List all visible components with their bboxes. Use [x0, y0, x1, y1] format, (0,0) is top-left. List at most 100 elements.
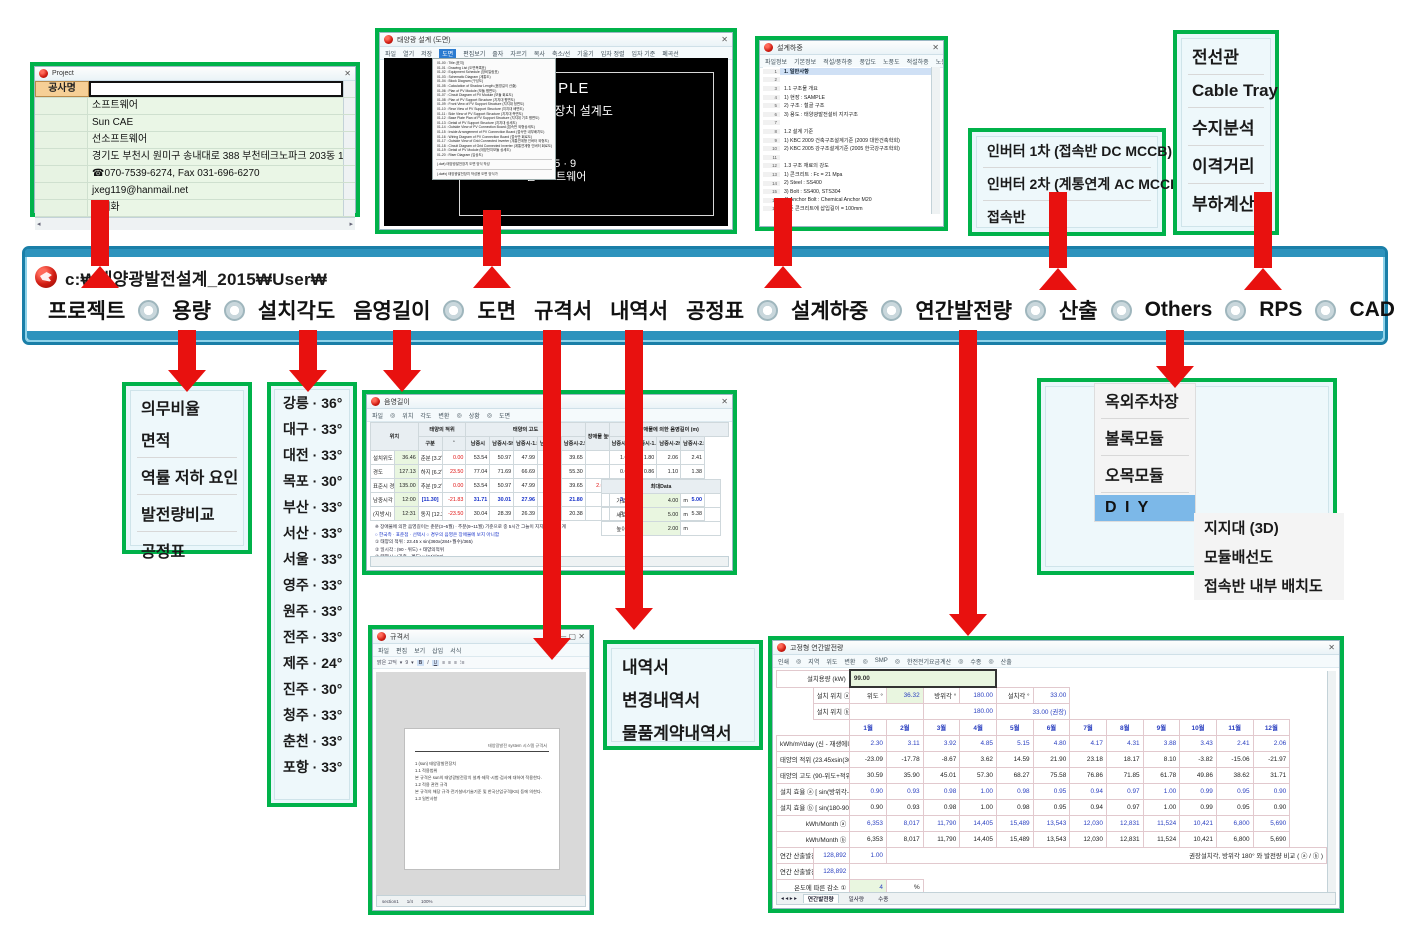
list-item[interactable]: 전주 · 33°: [275, 624, 349, 650]
table-row[interactable]: 소프트웨어: [35, 98, 355, 115]
list-item-selected[interactable]: D I Y: [1095, 495, 1195, 521]
close-icon[interactable]: ✕: [1328, 643, 1335, 652]
vertical-scrollbar[interactable]: [343, 98, 355, 114]
list-item[interactable]: 발전량비교: [131, 497, 243, 529]
menu-item-11[interactable]: Others: [1136, 298, 1222, 322]
menu-item[interactable]: 각도: [420, 411, 431, 420]
menu-item[interactable]: 위도: [826, 657, 837, 666]
list-item[interactable]: 원주 · 33°: [275, 598, 349, 624]
list-item[interactable]: 이격거리: [1182, 148, 1270, 181]
table-row[interactable]: 경기도 부천시 원미구 송내대로 388 부천테크노파크 203동 102호: [35, 149, 355, 166]
sheet-tabs[interactable]: ◂ ◂ ▸ ▸ 연간발전량 일사량 수종: [776, 892, 1336, 905]
menu-item[interactable]: 입자 기준: [631, 49, 655, 58]
menu-item[interactable]: 삽입: [432, 646, 443, 655]
menu-item[interactable]: 파일: [372, 411, 383, 420]
menu-item[interactable]: 입자 정렬: [601, 49, 625, 58]
list-item[interactable]: 강릉 · 36°: [275, 390, 349, 416]
menu-item[interactable]: 도면: [499, 411, 510, 420]
menu-item[interactable]: 기울기: [577, 49, 594, 58]
sheet-tab-수종[interactable]: 수종: [874, 895, 892, 903]
vertical-scrollbar[interactable]: [931, 67, 940, 214]
chevron-down-icon[interactable]: ▾: [400, 660, 403, 666]
menu-item-13[interactable]: CAD: [1340, 298, 1404, 322]
list-item[interactable]: 변경내역서: [612, 682, 754, 715]
font-size-select[interactable]: 9: [405, 660, 408, 666]
menu-item[interactable]: 줄자: [492, 49, 503, 58]
menu-item-7[interactable]: 공정표: [677, 295, 753, 325]
menu-item[interactable]: 보기: [414, 646, 425, 655]
menu-item[interactable]: 복사: [534, 49, 545, 58]
close-icon[interactable]: ✕: [721, 397, 728, 406]
menu-item-4[interactable]: 도면: [468, 295, 525, 325]
list-item[interactable]: 면적: [131, 423, 243, 455]
scroll-right-icon[interactable]: ▸: [349, 220, 353, 228]
dropdown-item[interactable]: (.dwfx) 태양광발전장치 작성용 도면 양식가: [433, 172, 555, 177]
cad-drawing-window[interactable]: 태양광 설계 (도면) ✕ 파일 열기 저장 도면 편집보기 줄자 자르기 복사…: [379, 32, 733, 230]
doc-page[interactable]: 태양광발전 system 시스템 규격서 1 (sun) 태양광발전장치 1.1…: [404, 728, 560, 870]
menu-item[interactable]: 파일: [385, 49, 396, 58]
cad-panel[interactable]: 옥외주차장 볼록모듈 오목모듈 D I Y 지지대 (3D) 모듈배선도 접속반…: [1037, 378, 1344, 600]
list-item[interactable]: 포항 · 33°: [275, 754, 349, 780]
vertical-scrollbar[interactable]: [343, 132, 355, 148]
close-icon[interactable]: ✕: [721, 35, 728, 44]
menu-item[interactable]: 인쇄: [778, 657, 789, 666]
list-item[interactable]: 서울 · 33°: [275, 546, 349, 572]
specification-document-window[interactable]: 규격서 — ▢ ✕ 파일 편집 보기 삽입 서식 맑은 고딕 ▾ 9 ▾ B I…: [372, 629, 590, 911]
dropdown-item[interactable]: 01-15 : Inside Arrangement of PV Connect…: [433, 130, 555, 135]
list-item[interactable]: 접속반 내부 배치도: [1194, 571, 1344, 600]
menu-item[interactable]: 노풍하중: [936, 57, 943, 66]
loss-value[interactable]: 4: [849, 879, 887, 893]
tab-nav-icons[interactable]: ◂ ◂ ▸ ▸: [781, 896, 797, 902]
project-window[interactable]: Project ✕ 공사명 소프트웨어 Sun CAE 선소프트웨어 경기도 부…: [34, 66, 356, 230]
list-item[interactable]: 오목모듈: [1095, 458, 1195, 490]
dropdown-item[interactable]: 01-17 : Outside View of Grid Connected I…: [433, 139, 555, 144]
list-item[interactable]: 의무비율: [131, 391, 243, 423]
list-item[interactable]: 물품계약내역서: [612, 715, 754, 748]
sheet-tab-연간발전량[interactable]: 연간발전량: [802, 894, 839, 903]
menu-item[interactable]: SMP: [875, 658, 888, 664]
sheet-tab-일사량[interactable]: 일사량: [845, 895, 868, 903]
menu-item[interactable]: 서식: [450, 646, 461, 655]
list-item[interactable]: Cable Tray: [1182, 77, 1278, 105]
menu-item[interactable]: 파일: [378, 646, 389, 655]
dropdown-item[interactable]: 01-20 : Riser Diagram (입상도): [433, 153, 555, 158]
close-icon[interactable]: ✕: [932, 43, 939, 52]
menu-item[interactable]: 수종: [970, 657, 981, 666]
vertical-scrollbar[interactable]: [343, 115, 355, 131]
table-row[interactable]: 공사명: [35, 81, 355, 98]
table-row[interactable]: ☎070-7539-6274, Fax 031-696-6270: [35, 166, 355, 183]
menu-item[interactable]: 풍압도: [859, 57, 876, 66]
menu-item[interactable]: 편집보기: [463, 49, 485, 58]
list-item[interactable]: 역률 저하 요인: [131, 460, 243, 492]
list-item[interactable]: 수지분석: [1182, 110, 1270, 143]
annual-menubar[interactable]: 인쇄 ◎ 지역 위도 변환 ◎ SMP ◎ 한전전기요금계산 ◎ 수종 ◎ 산출: [773, 655, 1339, 668]
menu-item-0[interactable]: 프로젝트: [39, 295, 134, 325]
table-row[interactable]: jxeg119@hanmail.net: [35, 183, 355, 200]
align-right-icon[interactable]: ≡: [454, 660, 457, 666]
scroll-left-icon[interactable]: ◂: [37, 220, 41, 228]
list-item[interactable]: 서산 · 33°: [275, 520, 349, 546]
menu-item[interactable]: 지역: [808, 657, 819, 666]
menu-item-5[interactable]: 규격서: [525, 295, 601, 325]
cad-drawing-dropdown[interactable]: 01-00 : Title (표지) 01-01 : Drawing List (…: [432, 58, 556, 180]
vertical-scrollbar[interactable]: [1327, 671, 1336, 892]
menu-item[interactable]: 폐곡선: [662, 49, 679, 58]
list-item[interactable]: 제주 · 24°: [275, 650, 349, 676]
menu-item[interactable]: 노풍도: [883, 57, 900, 66]
list-item[interactable]: 목포 · 30°: [275, 468, 349, 494]
italic-icon[interactable]: I: [427, 660, 428, 666]
project-name-input[interactable]: [89, 81, 343, 97]
capacity-input[interactable]: 99.00: [848, 669, 998, 688]
cad-submenu-right[interactable]: 지지대 (3D) 모듈배선도 접속반 내부 배치도: [1194, 513, 1344, 600]
list-item[interactable]: 볼록모듈: [1095, 421, 1195, 453]
menu-item[interactable]: 편집: [396, 646, 407, 655]
menu-item-3[interactable]: 음영길이: [344, 295, 439, 325]
list-item[interactable]: 영주 · 33°: [275, 572, 349, 598]
menu-item[interactable]: 변환: [438, 411, 449, 420]
angle-panel[interactable]: 강릉 · 36° 대구 · 33° 대전 · 33° 목포 · 30° 부산 · 33°…: [267, 382, 357, 807]
table-row[interactable]: Sun CAE: [35, 115, 355, 132]
menu-item[interactable]: 위치: [402, 411, 413, 420]
menu-item-9[interactable]: 연간발전량: [906, 295, 1021, 325]
font-name-select[interactable]: 맑은 고딕: [377, 659, 397, 666]
bold-icon[interactable]: B: [416, 659, 425, 666]
